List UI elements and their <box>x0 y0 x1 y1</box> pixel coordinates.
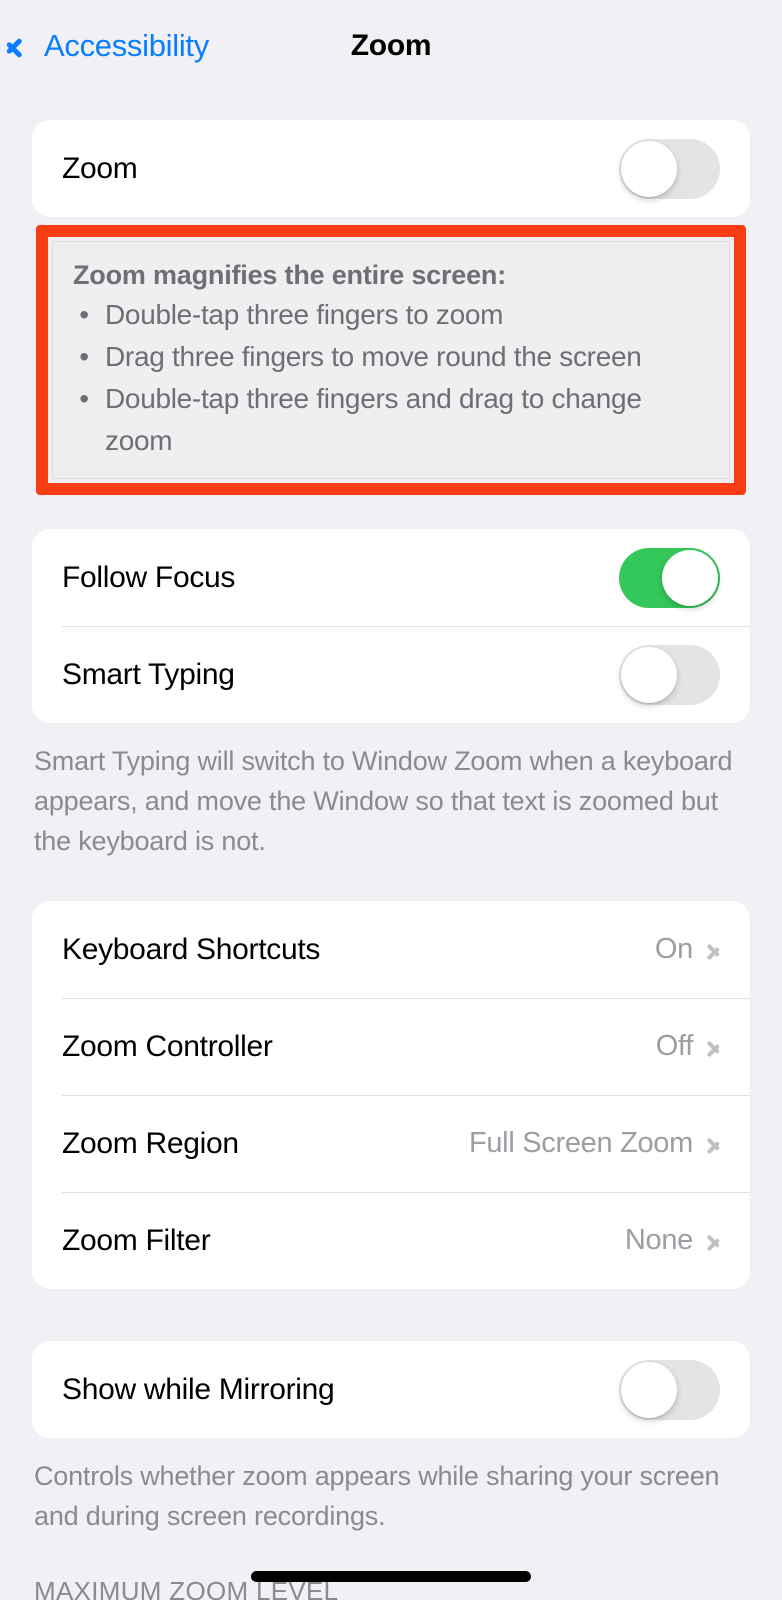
list-item: • Double-tap three fingers and drag to c… <box>73 378 709 462</box>
row-smart-typing-label: Smart Typing <box>62 657 235 691</box>
show-while-mirroring-switch-knob <box>621 1361 677 1418</box>
back-button-label: Accessibility <box>44 28 209 63</box>
bullet-icon: • <box>79 383 89 414</box>
chevron-right-icon <box>707 938 720 962</box>
row-zoom-controller[interactable]: Zoom Controller Off <box>32 998 750 1095</box>
row-zoom-region[interactable]: Zoom Region Full Screen Zoom <box>32 1095 750 1192</box>
zoom-info-heading: Zoom magnifies the entire screen: <box>73 260 507 290</box>
zoom-info-list: • Double-tap three fingers to zoom • Dra… <box>73 294 709 462</box>
row-follow-focus-label: Follow Focus <box>62 560 236 594</box>
chevron-right-icon <box>707 1035 720 1059</box>
show-while-mirroring-switch[interactable] <box>619 1359 720 1420</box>
list-item-label: Double-tap three fingers and drag to cha… <box>105 383 642 456</box>
zoom-info-block: Zoom magnifies the entire screen: • Doub… <box>52 241 730 479</box>
zoom-info-highlight: Zoom magnifies the entire screen: • Doub… <box>36 225 746 495</box>
list-item-label: Double-tap three fingers to zoom <box>105 299 504 330</box>
row-zoom-label: Zoom <box>62 151 138 185</box>
row-smart-typing[interactable]: Smart Typing <box>32 626 750 723</box>
mirroring-card: Show while Mirroring <box>32 1341 750 1438</box>
zoom-switch[interactable] <box>619 138 720 199</box>
row-zoom-filter-value: None <box>624 1224 693 1256</box>
list-item-label: Drag three fingers to move round the scr… <box>105 341 642 372</box>
row-show-while-mirroring-label: Show while Mirroring <box>62 1372 335 1406</box>
chevron-right-icon <box>707 1229 720 1253</box>
row-keyboard-shortcuts-label: Keyboard Shortcuts <box>62 932 321 966</box>
list-item: • Double-tap three fingers to zoom <box>73 294 709 336</box>
follow-focus-switch-knob <box>662 549 718 606</box>
row-zoom-filter[interactable]: Zoom Filter None <box>32 1192 750 1289</box>
row-keyboard-shortcuts[interactable]: Keyboard Shortcuts On <box>32 901 750 998</box>
navigation-bar: Accessibility Zoom <box>0 0 782 92</box>
zoom-toggle-card: Zoom <box>32 120 750 217</box>
row-zoom-region-label: Zoom Region <box>62 1126 239 1160</box>
zoom-options-card: Keyboard Shortcuts On Zoom Controller Of… <box>32 901 750 1289</box>
focus-options-card: Follow Focus Smart Typing <box>32 529 750 723</box>
chevron-right-icon <box>707 1132 720 1156</box>
home-indicator <box>251 1571 531 1582</box>
row-zoom-filter-label: Zoom Filter <box>62 1223 211 1257</box>
settings-screen: Accessibility Zoom Zoom Zoom magnifies t… <box>0 0 782 1600</box>
chevron-left-icon <box>16 29 36 63</box>
row-zoom-controller-value: Off <box>655 1030 694 1062</box>
list-item: • Drag three fingers to move round the s… <box>73 336 709 378</box>
row-follow-focus[interactable]: Follow Focus <box>32 529 750 626</box>
smart-typing-switch[interactable] <box>619 644 720 705</box>
row-show-while-mirroring[interactable]: Show while Mirroring <box>32 1341 750 1438</box>
smart-typing-description: Smart Typing will switch to Window Zoom … <box>34 746 733 856</box>
back-button[interactable]: Accessibility <box>16 28 209 64</box>
row-zoom-region-value: Full Screen Zoom <box>468 1127 693 1159</box>
bullet-icon: • <box>79 341 89 372</box>
row-zoom-controller-label: Zoom Controller <box>62 1029 273 1063</box>
zoom-switch-knob <box>621 140 677 197</box>
row-keyboard-shortcuts-value: On <box>654 933 693 965</box>
mirroring-description: Controls whether zoom appears while shar… <box>34 1461 720 1531</box>
bullet-icon: • <box>79 299 89 330</box>
follow-focus-switch[interactable] <box>619 547 720 608</box>
row-zoom[interactable]: Zoom <box>32 120 750 217</box>
smart-typing-switch-knob <box>621 646 677 703</box>
